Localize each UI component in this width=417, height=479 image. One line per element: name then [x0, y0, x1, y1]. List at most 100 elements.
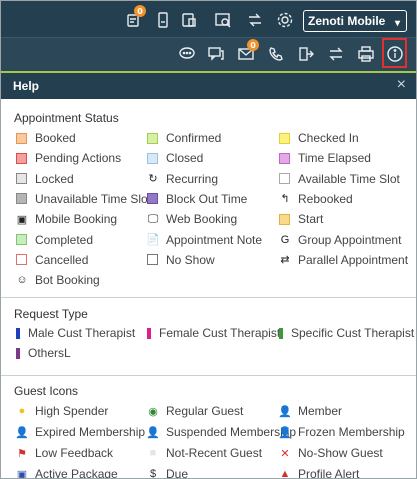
status-swatch	[147, 254, 158, 266]
legend-label: High Spender	[35, 404, 109, 418]
help-content: Appointment Status Booked Confirmed Checke…	[1, 99, 416, 479]
legend-label: Block Out Time	[166, 191, 248, 206]
legend-label: Female Cust Therapist	[159, 326, 281, 340]
legend-label: Bot Booking	[35, 273, 100, 288]
legend-item-member: 👤 Member	[278, 404, 343, 418]
status-glyph-icon: ▣	[16, 213, 28, 226]
legend-item-frozen-membership: 👤 Frozen Membership	[278, 425, 405, 439]
chat-icon[interactable]	[175, 42, 199, 66]
mail-badge: 0	[247, 39, 259, 51]
device-icon[interactable]	[151, 8, 175, 32]
legend-label: No Show	[166, 252, 215, 267]
legend-item-locked: Locked	[16, 172, 74, 186]
status-swatch	[147, 193, 158, 205]
status-swatch	[279, 173, 290, 185]
legend-label: Parallel Appointment	[298, 252, 409, 267]
legend-item-low-feedback: ⚑ Low Feedback	[16, 446, 113, 460]
legend-label: Completed	[35, 232, 94, 247]
legend-label: Frozen Membership	[298, 425, 405, 439]
guest-no-show-guest-icon: ✕	[280, 447, 290, 460]
legend-label: Available Time Slot	[298, 171, 400, 186]
status-glyph-icon: ☺	[16, 274, 28, 287]
legend-item-unavailable-time-slot: Unavailable Time Slot	[16, 192, 151, 206]
guest-suspended-membership-icon: 👤	[146, 426, 160, 439]
appointment-status-title: Appointment Status	[14, 111, 119, 125]
legend-item-booked: Booked	[16, 131, 76, 145]
logout-icon[interactable]	[294, 42, 318, 66]
legend-item-appointment-note: 📄 Appointment Note	[146, 232, 263, 247]
appointments-icon[interactable]: 0	[121, 5, 146, 32]
legend-label: Low Feedback	[35, 446, 114, 460]
action-bar: 0	[1, 37, 416, 71]
status-swatch	[279, 213, 290, 225]
tablet-icon[interactable]	[177, 8, 201, 32]
status-swatch	[16, 132, 27, 144]
close-icon[interactable]: ×	[397, 76, 406, 94]
appointments-badge: 0	[134, 5, 146, 17]
phone-icon[interactable]	[264, 42, 288, 66]
guest-not-recent-guest-icon: ■	[149, 447, 157, 459]
mail-icon[interactable]: 0	[234, 39, 259, 66]
status-glyph-icon: G	[280, 233, 290, 246]
request-color-bar	[16, 347, 20, 359]
gear-icon[interactable]	[273, 8, 297, 32]
legend-item-profile-alert: ▲ Profile Alert	[279, 467, 360, 479]
legend-label: Member	[298, 404, 343, 418]
status-swatch	[147, 132, 158, 144]
legend-label: Confirmed	[166, 131, 222, 145]
legend-label: Male Cust Therapist	[28, 326, 136, 340]
request-color-bar	[279, 327, 283, 339]
info-highlight	[382, 38, 407, 68]
legend-label: Closed	[166, 151, 204, 166]
legend-item-time-elapsed: Time Elapsed	[279, 151, 371, 165]
legend-item-checked-in: Checked In	[279, 131, 359, 145]
guest-icons-title: Guest Icons	[14, 384, 79, 398]
legend-item-cancelled: Cancelled	[16, 253, 88, 267]
legend-item-group-appointment: G Group Appointment	[279, 233, 402, 247]
guest-low-feedback-icon: ⚑	[17, 447, 27, 460]
legend-label: Checked In	[298, 131, 359, 145]
legend-label: Cancelled	[35, 252, 89, 267]
legend-label: Recurring	[166, 171, 219, 186]
legend-item-available-time-slot: Available Time Slot	[279, 172, 400, 186]
legend-label: Active Package	[35, 467, 118, 479]
legend-item-recurring: ↻ Recurring	[147, 172, 218, 186]
legend-label: Not-Recent Guest	[166, 446, 263, 460]
legend-label: Specific Cust Therapist	[291, 326, 415, 340]
print-icon[interactable]	[354, 42, 378, 66]
divider	[1, 375, 416, 376]
status-glyph-icon: ↻	[148, 173, 158, 186]
legend-item-not-recent-guest: ■ Not-Recent Guest	[147, 446, 262, 460]
legend-item-active-package: ▣ Active Package	[16, 467, 118, 479]
legend-item-regular-guest: ◉ Regular Guest	[147, 404, 243, 418]
guest-regular-guest-icon: ◉	[148, 405, 158, 418]
legend-item-specific-cust-therapist: Specific Cust Therapist	[279, 326, 414, 340]
image-search-icon[interactable]	[211, 8, 235, 32]
status-swatch	[16, 173, 27, 185]
request-type-title: Request Type	[14, 307, 88, 321]
legend-label: Locked	[35, 171, 74, 186]
messages-icon[interactable]	[204, 42, 228, 66]
legend-label: Expired Membership	[35, 425, 146, 439]
location-select[interactable]: Zenoti Mobile ▾	[303, 10, 407, 32]
legend-item-expired-membership: 👤 Expired Membership	[15, 425, 146, 439]
legend-item-male-cust-therapist: Male Cust Therapist	[16, 326, 135, 340]
status-glyph-icon: 📄	[146, 234, 160, 246]
legend-item-parallel-appointment: ⇄ Parallel Appointment	[279, 253, 408, 267]
legend-label: Regular Guest	[166, 404, 244, 418]
status-glyph-icon: ⇄	[280, 254, 290, 267]
request-color-bar	[147, 327, 151, 339]
legend-item-block-out-time: Block Out Time	[147, 192, 247, 206]
location-select-value: Zenoti Mobile	[308, 14, 386, 28]
legend-label: Appointment Note	[166, 232, 263, 247]
swap-user-icon[interactable]	[243, 8, 267, 32]
app-frame: 0 Zenoti Mobile ▾ 0 Help × Appointment S…	[0, 0, 417, 479]
legend-label: Rebooked	[298, 191, 353, 206]
transfer-icon[interactable]	[324, 42, 348, 66]
legend-label: OthersL	[28, 346, 71, 360]
legend-label: Profile Alert	[298, 467, 360, 479]
legend-label: Web Booking	[166, 212, 238, 227]
legend-label: Mobile Booking	[35, 212, 118, 227]
legend-item-due: $ Due	[147, 467, 188, 478]
help-title: Help	[13, 79, 40, 93]
